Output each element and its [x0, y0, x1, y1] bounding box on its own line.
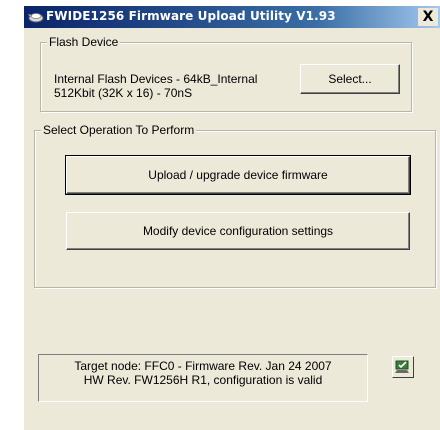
modify-config-button[interactable]: Modify device configuration settings: [66, 212, 410, 250]
status-panel: Target node: FFC0 - Firmware Rev. Jan 24…: [38, 354, 368, 402]
status-line-1: Target node: FFC0 - Firmware Rev. Jan 24…: [74, 359, 332, 373]
device-description: Internal Flash Devices - 64kB_Internal 5…: [54, 72, 284, 100]
app-icon: [28, 13, 44, 23]
title-bar[interactable]: FWIDE1256 Firmware Upload Utility V1.93 …: [24, 6, 440, 28]
upload-firmware-button[interactable]: Upload / upgrade device firmware: [65, 155, 411, 195]
device-line-2: 512Kbit (32K x 16) - 70nS: [54, 86, 193, 100]
device-status-icon[interactable]: [392, 356, 414, 378]
flash-device-label: Flash Device: [47, 35, 121, 49]
select-device-button[interactable]: Select...: [300, 64, 400, 94]
device-line-1: Internal Flash Devices - 64kB_Internal: [54, 72, 258, 86]
operation-group: Select Operation To Perform: [34, 123, 436, 288]
window-title: FWIDE1256 Firmware Upload Utility V1.93: [46, 9, 336, 23]
close-button[interactable]: X: [418, 8, 438, 26]
monitor-check-icon: [395, 360, 409, 373]
operation-group-label: Select Operation To Perform: [41, 123, 197, 137]
app-window: FWIDE1256 Firmware Upload Utility V1.93 …: [24, 6, 440, 430]
status-line-2: HW Rev. FW1256H R1, configuration is val…: [83, 373, 323, 387]
